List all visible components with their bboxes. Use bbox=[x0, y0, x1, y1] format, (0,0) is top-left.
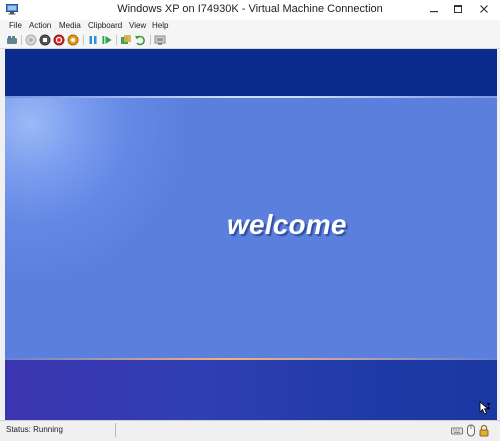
snapshot-icon[interactable] bbox=[120, 34, 132, 46]
toolbar-separator bbox=[21, 35, 22, 45]
welcome-top-band bbox=[5, 49, 497, 96]
maximize-button[interactable] bbox=[446, 0, 470, 18]
menu-clipboard[interactable]: Clipboard bbox=[88, 21, 122, 30]
close-button[interactable] bbox=[472, 0, 496, 18]
mouse-icon bbox=[467, 424, 475, 437]
pause-icon[interactable] bbox=[87, 34, 99, 46]
lock-icon bbox=[479, 424, 489, 437]
menu-action[interactable]: Action bbox=[29, 21, 51, 30]
ctrl-alt-del-icon[interactable] bbox=[6, 34, 18, 46]
title-bar[interactable]: Windows XP on I74930K - Virtual Machine … bbox=[0, 0, 500, 21]
vm-connection-window: Windows XP on I74930K - Virtual Machine … bbox=[0, 0, 500, 441]
mouse-cursor-icon bbox=[479, 401, 490, 415]
vm-screen[interactable]: welcome bbox=[5, 49, 497, 420]
keyboard-icon bbox=[451, 427, 463, 435]
menu-view[interactable]: View bbox=[129, 21, 146, 30]
revert-icon[interactable] bbox=[134, 34, 146, 46]
reset-icon[interactable] bbox=[101, 34, 113, 46]
welcome-bottom-band bbox=[5, 360, 497, 420]
minimize-button[interactable] bbox=[422, 0, 446, 18]
menu-bar: File Action Media Clipboard View Help bbox=[0, 20, 500, 32]
shut-down-icon[interactable] bbox=[53, 34, 65, 46]
minimize-icon bbox=[430, 11, 438, 13]
menu-file[interactable]: File bbox=[9, 21, 22, 30]
enhanced-session-icon[interactable] bbox=[154, 34, 166, 46]
toolbar bbox=[0, 32, 500, 49]
menu-media[interactable]: Media bbox=[59, 21, 81, 30]
toolbar-separator bbox=[116, 35, 117, 45]
menu-help[interactable]: Help bbox=[152, 21, 168, 30]
maximize-icon bbox=[454, 5, 462, 13]
welcome-text: welcome bbox=[227, 209, 347, 240]
status-bar: Status: Running bbox=[0, 420, 500, 441]
turn-off-icon[interactable] bbox=[39, 34, 51, 46]
status-text: Status: Running bbox=[6, 425, 63, 434]
close-icon bbox=[480, 5, 488, 13]
toolbar-separator bbox=[83, 35, 84, 45]
start-icon[interactable] bbox=[25, 34, 37, 46]
toolbar-separator bbox=[150, 35, 151, 45]
status-divider bbox=[115, 423, 116, 437]
save-icon[interactable] bbox=[67, 34, 79, 46]
